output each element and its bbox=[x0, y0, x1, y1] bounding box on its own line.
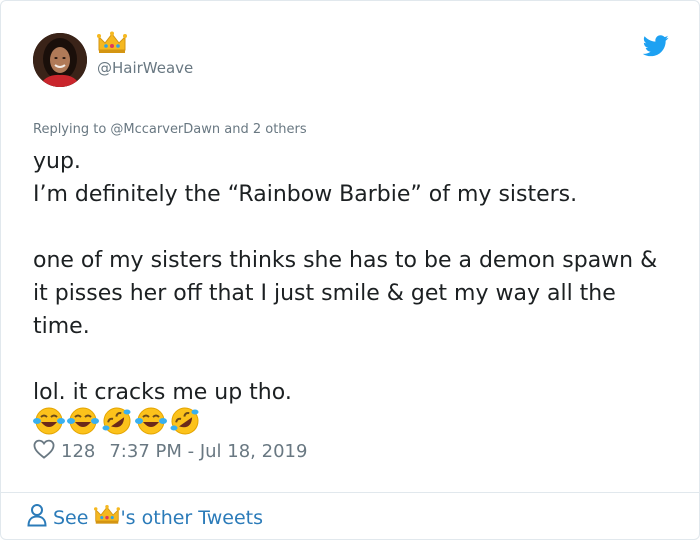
crown-icon bbox=[94, 504, 121, 531]
avatar[interactable] bbox=[33, 33, 87, 87]
twitter-bird-icon[interactable] bbox=[642, 35, 669, 61]
like-count[interactable]: 128 bbox=[61, 441, 95, 462]
face-with-tears-of-joy-icon bbox=[33, 406, 65, 440]
person-icon bbox=[27, 503, 47, 532]
emoji-row bbox=[33, 406, 201, 440]
face-with-tears-of-joy-icon bbox=[135, 406, 167, 440]
crown-icon bbox=[97, 31, 127, 59]
tweet-text: yup. I’m definitely the “Rainbow Barbie”… bbox=[33, 149, 658, 405]
rolling-on-floor-laughing-icon bbox=[101, 406, 133, 440]
other-tweets-label: 's other Tweets bbox=[120, 506, 263, 529]
tweet-card: @HairWeave Replying to @MccarverDawn and… bbox=[0, 0, 700, 540]
replying-to-text[interactable]: Replying to @MccarverDawn and 2 others bbox=[33, 122, 307, 137]
see-label: See bbox=[53, 506, 89, 529]
tweet-timestamp[interactable]: 7:37 PM - Jul 18, 2019 bbox=[109, 441, 307, 462]
divider bbox=[1, 492, 699, 493]
tweet-meta: 128 7:37 PM - Jul 18, 2019 bbox=[33, 439, 307, 464]
user-handle[interactable]: @HairWeave bbox=[97, 59, 193, 77]
face-with-tears-of-joy-icon bbox=[67, 406, 99, 440]
heart-icon[interactable] bbox=[33, 439, 55, 464]
rolling-on-floor-laughing-icon bbox=[169, 406, 201, 440]
see-other-tweets-link[interactable]: See 's other Tweets bbox=[27, 503, 263, 532]
